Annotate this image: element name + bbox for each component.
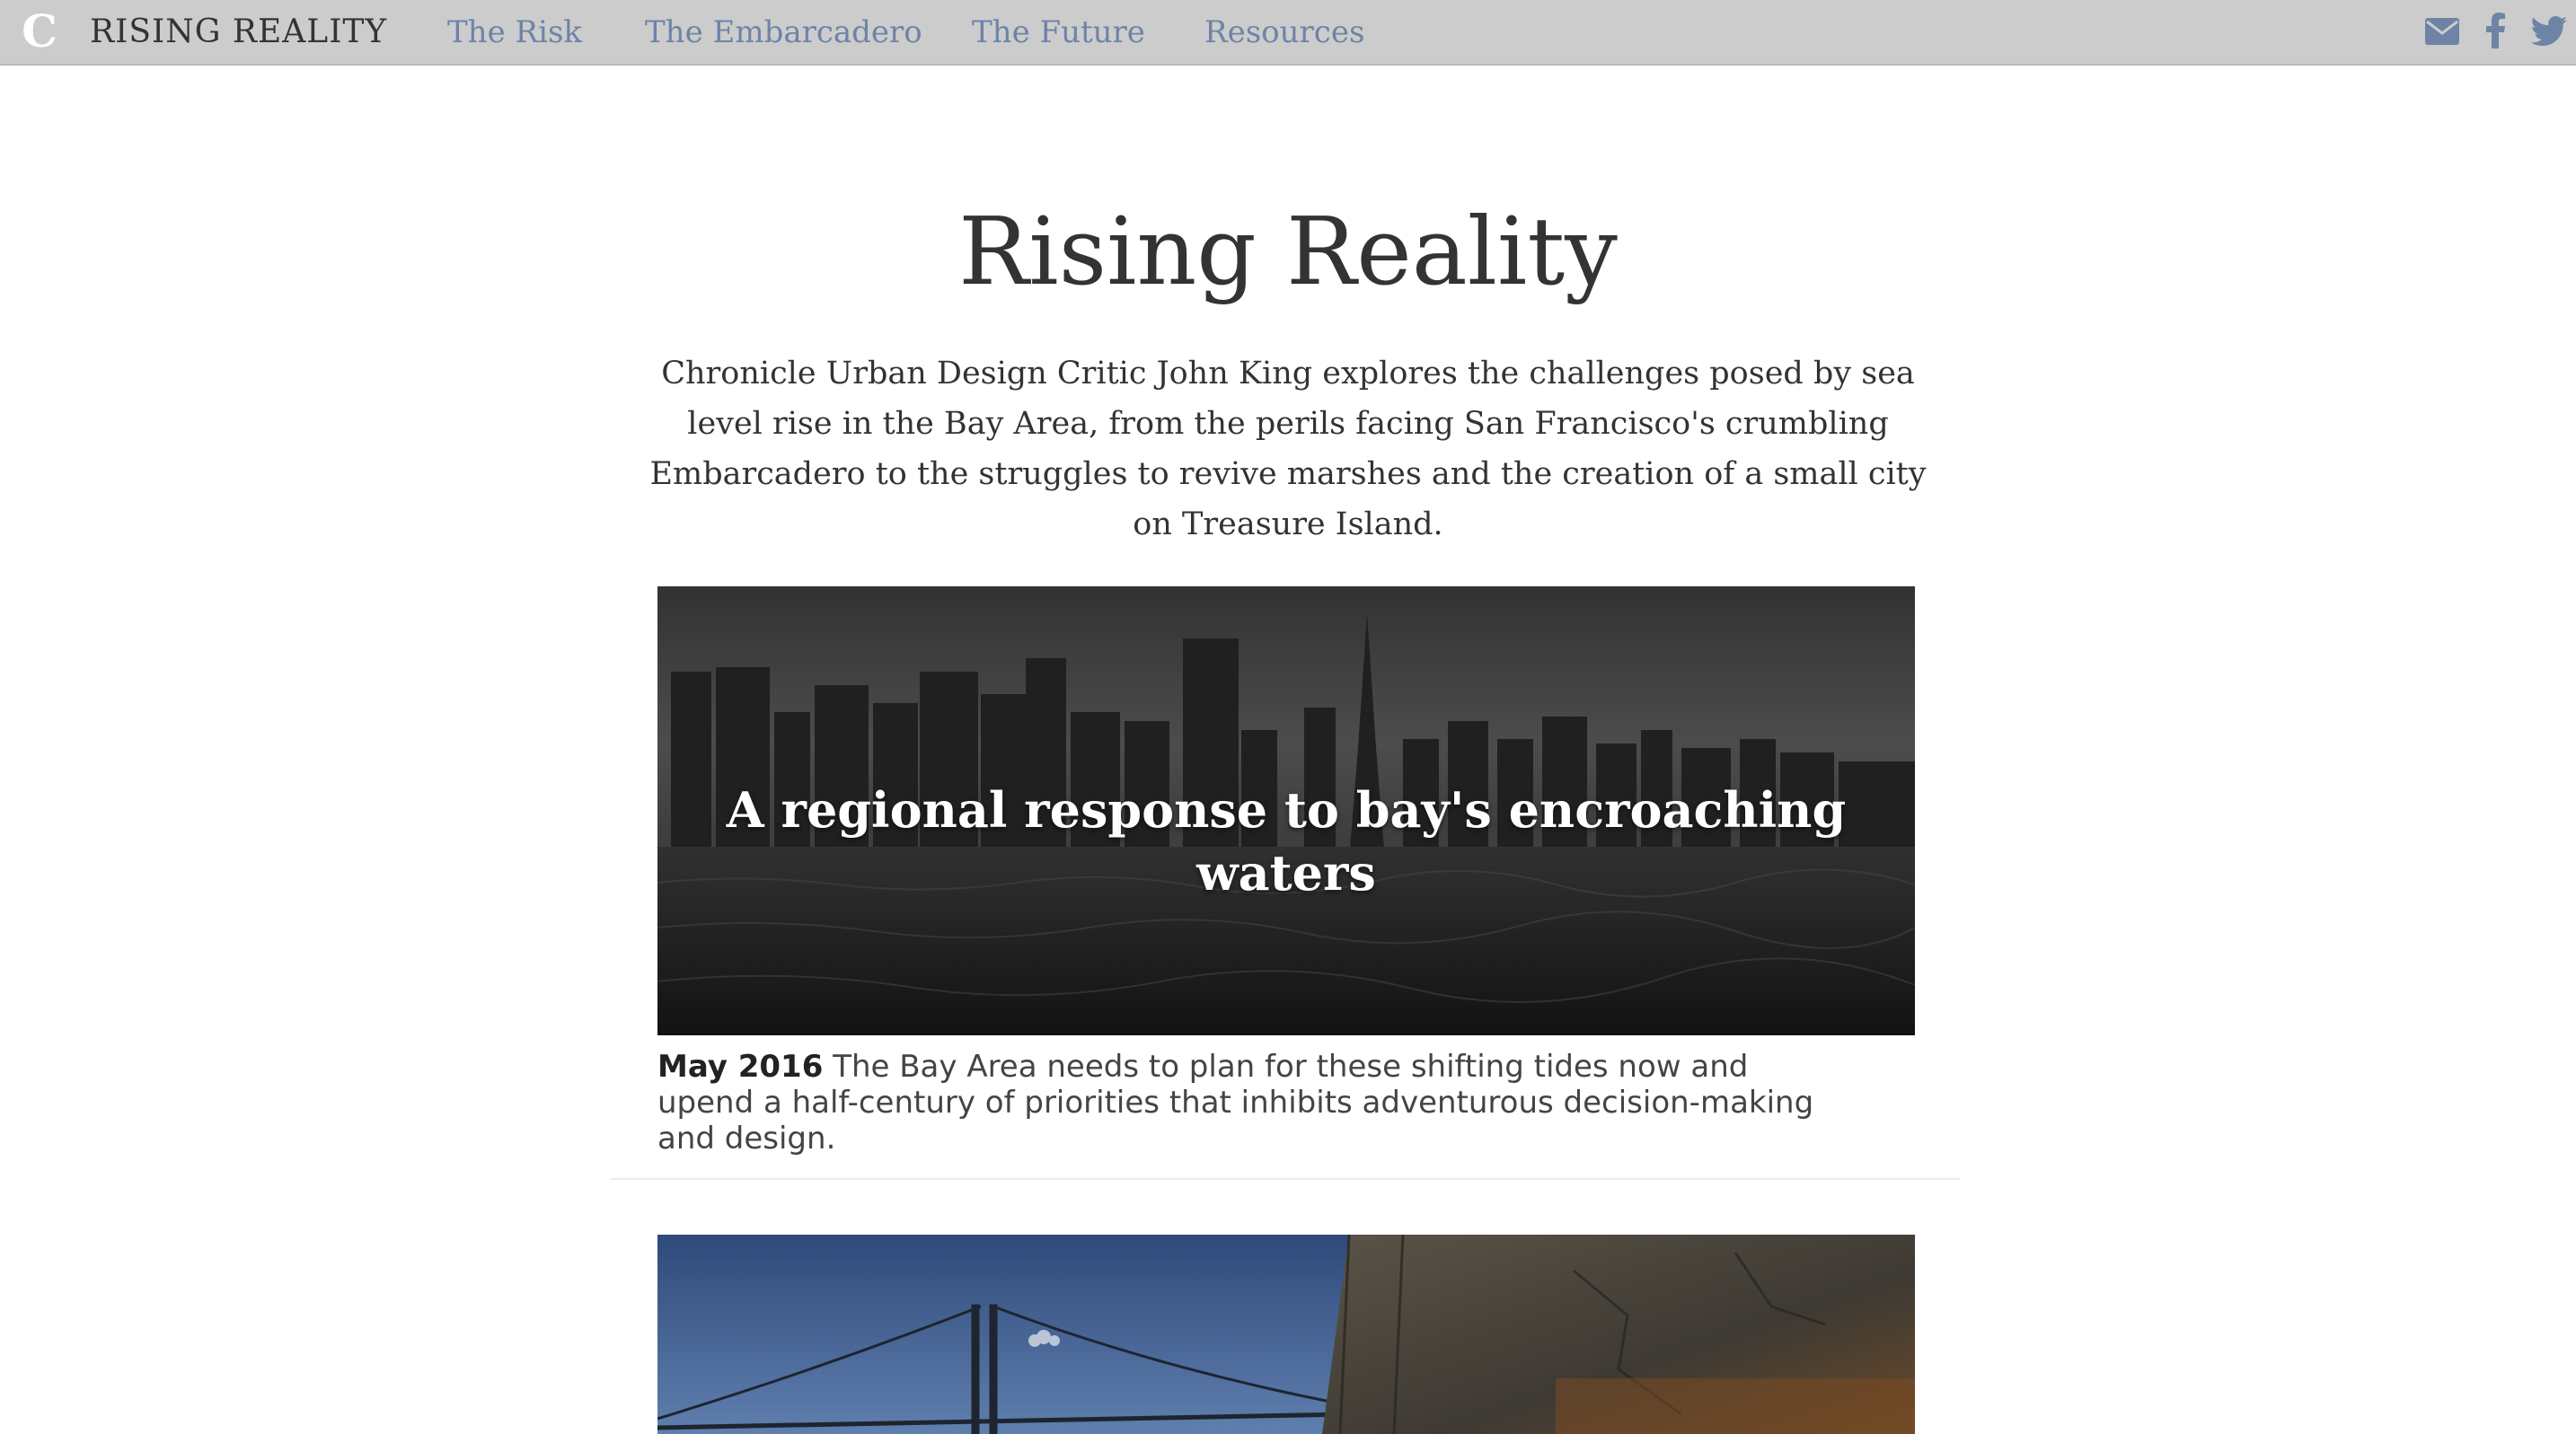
- nav-link-resources[interactable]: Resources: [1204, 13, 1364, 52]
- bridge-seawall-photo: [657, 1235, 1915, 1434]
- intro-paragraph: Chronicle Urban Design Critic John King …: [649, 356, 1927, 542]
- nav-link-the-future[interactable]: The Future: [972, 13, 1145, 52]
- story-image-2[interactable]: [657, 1235, 1915, 1434]
- nav-link-the-embarcadero[interactable]: The Embarcadero: [645, 13, 922, 52]
- twitter-icon[interactable]: [2531, 16, 2567, 52]
- top-nav-bar: C RISING REALITY The Risk The Embarcader…: [0, 0, 2576, 66]
- story-caption: May 2016 The Bay Area needs to plan for …: [657, 1049, 1843, 1157]
- chronicle-logo[interactable]: C: [18, 9, 61, 54]
- section-divider: [611, 1178, 1960, 1180]
- email-icon[interactable]: [2425, 18, 2459, 54]
- nav-link-the-risk[interactable]: The Risk: [447, 13, 582, 52]
- site-brand[interactable]: RISING REALITY: [90, 13, 387, 52]
- facebook-icon[interactable]: [2486, 13, 2506, 48]
- story-summary: The Bay Area needs to plan for these shi…: [657, 1049, 1814, 1157]
- story-headline[interactable]: A regional response to bay's encroaching…: [657, 779, 1915, 904]
- story-date: May 2016: [657, 1049, 824, 1085]
- page-title: Rising Reality: [958, 197, 1618, 306]
- story-image[interactable]: A regional response to bay's encroaching…: [657, 586, 1915, 1035]
